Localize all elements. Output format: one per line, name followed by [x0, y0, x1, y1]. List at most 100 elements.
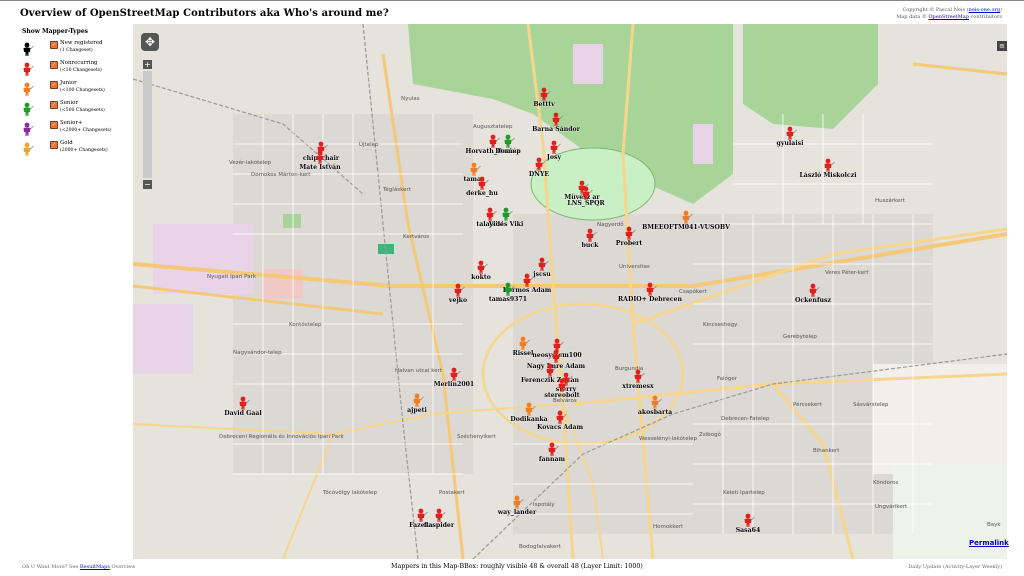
- mapper-name: Dodikanka: [510, 416, 548, 423]
- mapper-person-icon[interactable]: [823, 158, 835, 172]
- mapdata-prefix: Map data ©: [896, 14, 929, 20]
- mapper-type-checkbox[interactable]: ✓: [50, 41, 58, 49]
- mapper-person-icon[interactable]: [557, 378, 569, 392]
- mapper-person-icon[interactable]: [522, 273, 534, 287]
- place-name-label: Falóger: [717, 376, 738, 382]
- map-canvas[interactable]: Nyulas Augusztatelep Vezér-lakótelep Domoko…: [133, 24, 1007, 559]
- mapper-person-icon[interactable]: [785, 126, 797, 140]
- legend-label: Gold (2000+ Changesets): [60, 140, 108, 154]
- place-name-label: Sásvárstelep: [853, 402, 889, 408]
- place-name-label: Nagysándor-telep: [233, 350, 282, 356]
- place-name-label: Domokos Márton-kert: [251, 172, 311, 178]
- mapper-name: LNS_SPQR: [567, 200, 605, 207]
- mapper-person-icon[interactable]: [545, 363, 557, 377]
- mapper-person-icon[interactable]: [547, 442, 559, 456]
- mapper-name: ajpeti: [407, 407, 427, 414]
- resultmaps-link[interactable]: ResultMaps: [80, 564, 110, 570]
- mapper-person-icon[interactable]: [485, 207, 497, 221]
- zoom-out-button[interactable]: −: [143, 180, 152, 189]
- place-name-label: Kincseshegy: [703, 322, 738, 328]
- legend-type-label: Senior+: [60, 120, 83, 126]
- mapper-person-icon[interactable]: [416, 508, 428, 522]
- mapper-name: Sasa64: [735, 527, 761, 534]
- legend-row: ✓ Nonrecurring (<10 Changesets): [22, 60, 134, 80]
- mapper-person-icon[interactable]: [518, 336, 530, 350]
- mapper-person-icon: [22, 42, 36, 60]
- mapper-person-icon[interactable]: [555, 410, 567, 424]
- mapper-name: László Miskolczi: [799, 172, 857, 179]
- mapper-name: David Gaal: [224, 410, 262, 417]
- mapper-name: Vides Viki: [488, 221, 524, 228]
- mapper-person-icon[interactable]: [549, 140, 561, 154]
- neis-one-link[interactable]: neis-one.org: [969, 7, 1000, 13]
- mapper-person-icon[interactable]: [315, 150, 327, 164]
- place-name-label: Pércsekert: [793, 402, 822, 408]
- mapper-person-icon[interactable]: [624, 226, 636, 240]
- permalink-link[interactable]: Permalink: [969, 539, 1009, 547]
- mapper-person-icon[interactable]: [469, 162, 481, 176]
- mapper-name: Mate István: [299, 164, 341, 171]
- mapper-person-icon[interactable]: [551, 349, 563, 363]
- mapper-type-legend: Show Mapper-Types ✓ New registered (1 Chan…: [22, 28, 134, 160]
- mapper-person-icon[interactable]: [453, 283, 465, 297]
- mapper-person-icon[interactable]: [585, 228, 597, 242]
- mapper-name: akosbarta: [637, 409, 673, 416]
- mapper-person-icon[interactable]: [503, 282, 515, 296]
- mapper-person-icon[interactable]: [434, 508, 446, 522]
- mapper-name: Betttv: [533, 101, 555, 108]
- layer-switcher-icon[interactable]: ≡: [997, 41, 1007, 51]
- place-name-label: Kertváros: [403, 234, 430, 240]
- place-name-label: Halvan utcai kert: [395, 368, 442, 374]
- pan-control-icon[interactable]: ✥: [141, 33, 159, 51]
- zoom-in-button[interactable]: +: [143, 60, 152, 69]
- mapper-name: derke_hu: [466, 190, 498, 197]
- place-name-label: Bodogfalvakert: [519, 544, 561, 550]
- mapper-person-icon[interactable]: [650, 395, 662, 409]
- mapper-person-icon[interactable]: [681, 210, 693, 224]
- place-name-label: Széchenyikert: [457, 434, 496, 440]
- place-name-label: Augusztatelep: [473, 124, 513, 130]
- mapper-type-checkbox[interactable]: ✓: [50, 141, 58, 149]
- mapper-person-icon[interactable]: [808, 283, 820, 297]
- place-name-label: Újtelep: [359, 142, 379, 148]
- mapper-person-icon[interactable]: [477, 176, 489, 190]
- mapper-person-icon[interactable]: [551, 112, 563, 126]
- mapper-person-icon: [22, 142, 36, 160]
- mapper-person-icon[interactable]: [503, 134, 515, 148]
- mapper-type-checkbox[interactable]: ✓: [50, 81, 58, 89]
- mapper-type-checkbox[interactable]: ✓: [50, 61, 58, 69]
- mapper-person-icon[interactable]: [449, 367, 461, 381]
- place-name-label: Köndoros: [873, 480, 899, 486]
- legend-changeset-range: (<2000+ Changesets): [60, 128, 112, 133]
- mapper-person-icon[interactable]: [581, 186, 593, 200]
- place-name-label: Zsibogó: [699, 432, 721, 438]
- mapper-name: Dornép: [495, 148, 521, 155]
- place-name-label: Homokkert: [653, 524, 684, 530]
- mapper-name: tamas9371: [488, 296, 528, 303]
- legend-title: Show Mapper-Types: [22, 28, 89, 35]
- mapper-name: Ockenfusz: [794, 297, 832, 304]
- mapper-count-status: Mappers in this Map-BBox: roughly visibl…: [391, 563, 643, 570]
- mapper-person-icon[interactable]: [524, 402, 536, 416]
- mapper-person-icon[interactable]: [476, 260, 488, 274]
- mapper-name: kokto: [471, 274, 491, 281]
- mapper-person-icon[interactable]: [537, 257, 549, 271]
- mapper-person-icon[interactable]: [743, 513, 755, 527]
- mapper-person-icon[interactable]: [512, 495, 524, 509]
- mapper-person-icon[interactable]: [488, 134, 500, 148]
- openstreetmap-link[interactable]: OpenStreetMap: [928, 14, 969, 20]
- place-name-label: Vezér-lakótelep: [229, 160, 272, 166]
- mapper-person-icon[interactable]: [645, 282, 657, 296]
- mapper-type-checkbox[interactable]: ✓: [50, 121, 58, 129]
- mapper-person-icon[interactable]: [534, 157, 546, 171]
- mapper-name: Probert: [615, 240, 643, 247]
- mapper-person-icon[interactable]: [238, 396, 250, 410]
- mapper-person-icon[interactable]: [412, 393, 424, 407]
- mapper-person-icon: [22, 62, 36, 80]
- legend-changeset-range: (2000+ Changesets): [60, 148, 108, 153]
- mapper-person-icon[interactable]: [501, 207, 513, 221]
- mapper-person-icon[interactable]: [539, 87, 551, 101]
- mapper-type-checkbox[interactable]: ✓: [50, 101, 58, 109]
- mapper-person-icon[interactable]: [633, 369, 645, 383]
- zoom-slider[interactable]: [143, 71, 152, 178]
